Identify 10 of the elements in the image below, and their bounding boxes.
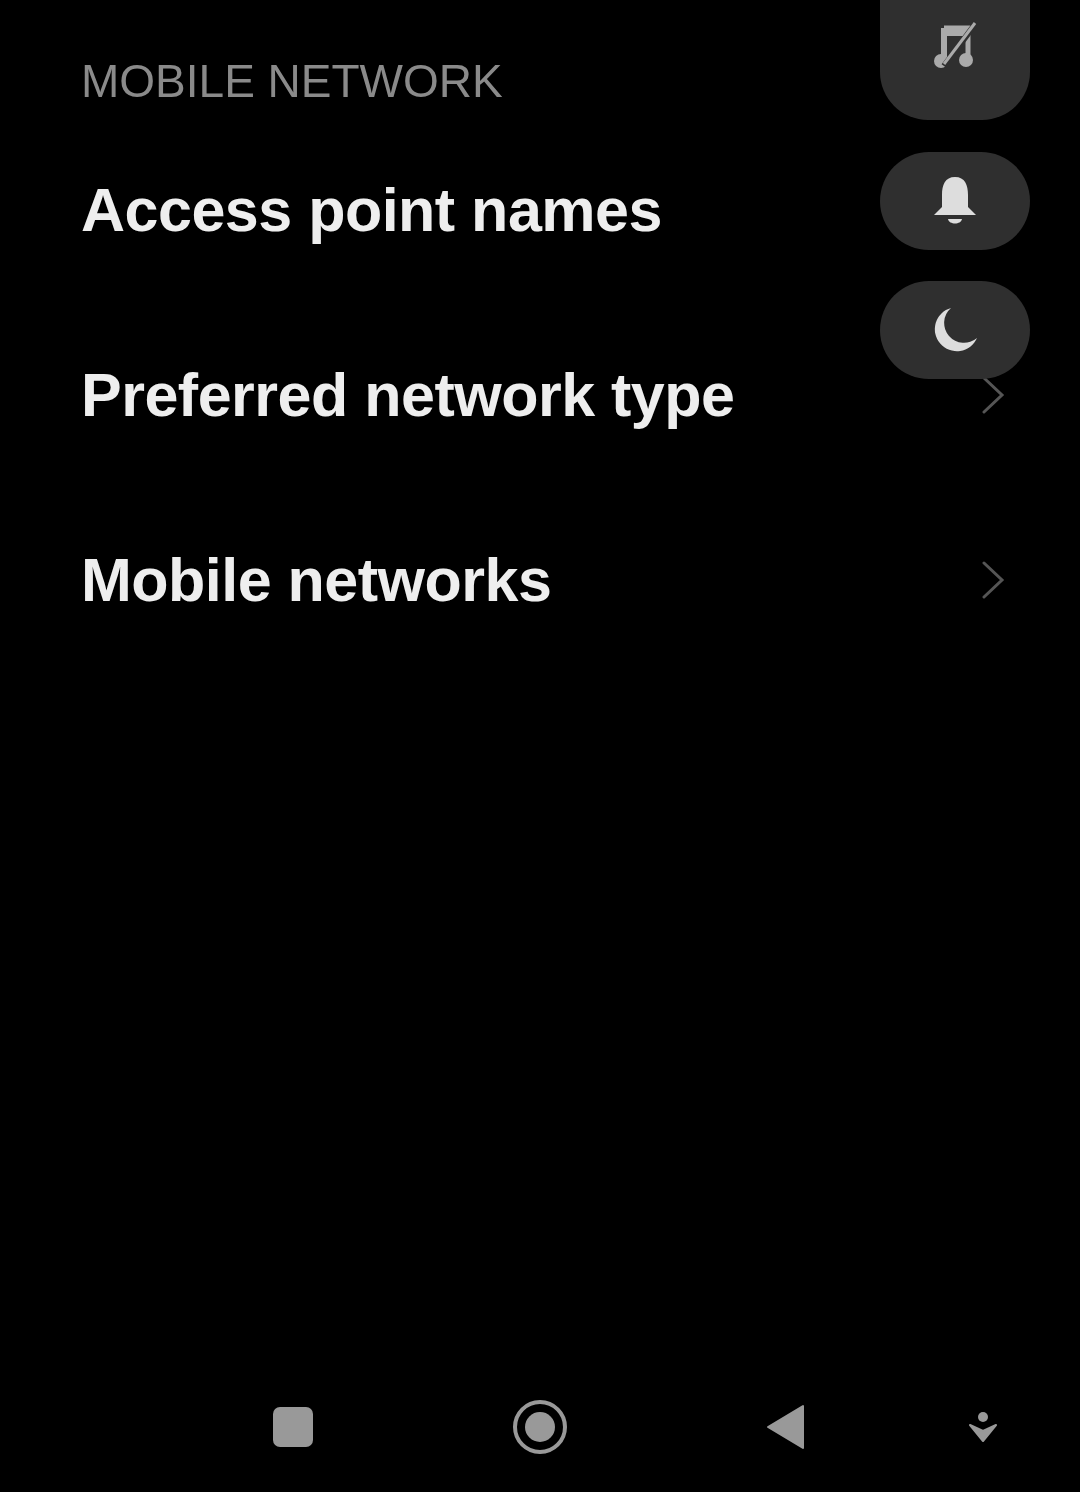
section-header: MOBILE NETWORK (81, 54, 504, 108)
sound-mode-button[interactable] (880, 0, 1030, 120)
settings-item[interactable]: Mobile networks (81, 544, 552, 615)
settings-item[interactable]: Preferred network type (81, 359, 735, 430)
down-arrow-icon[interactable] (969, 1412, 997, 1442)
chevron-icon (981, 560, 1005, 599)
recent-apps-icon[interactable] (272, 1406, 314, 1448)
back-icon[interactable] (766, 1404, 806, 1450)
home-icon[interactable] (512, 1399, 568, 1455)
settings-item[interactable]: Access point names (81, 174, 662, 245)
